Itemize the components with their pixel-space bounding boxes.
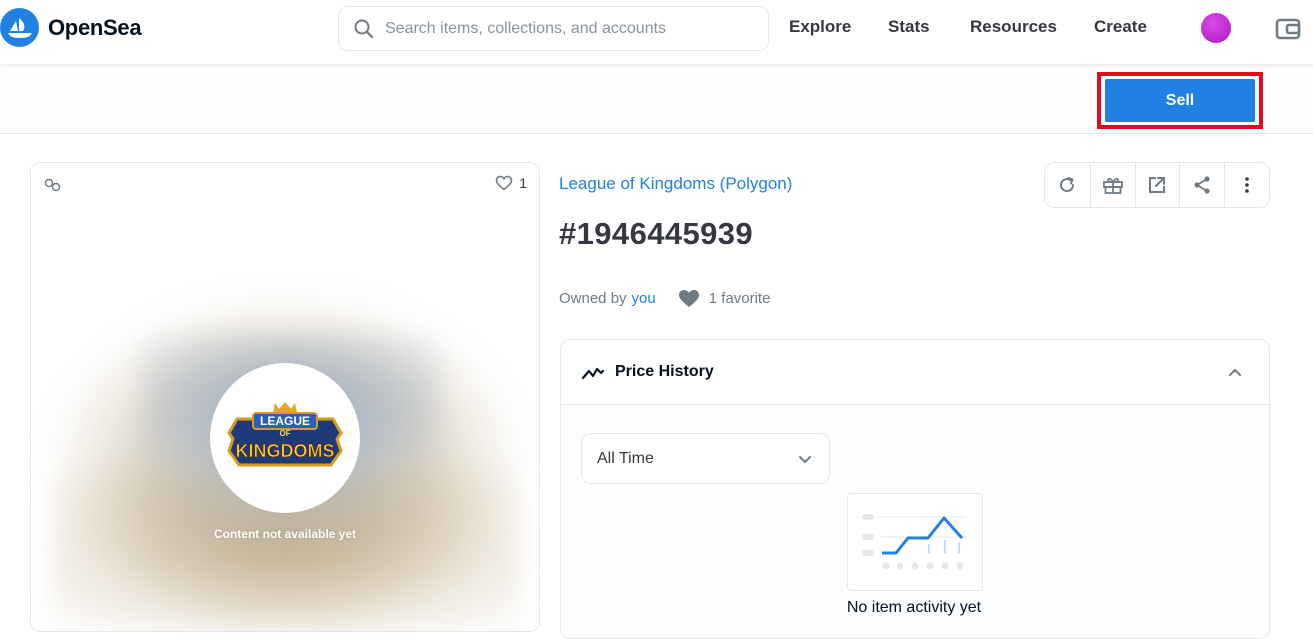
period-select-value: All Time <box>597 449 654 467</box>
nav-explore[interactable]: Explore <box>789 17 851 37</box>
search-input[interactable] <box>385 17 755 41</box>
share-button[interactable] <box>1179 163 1224 207</box>
collection-link[interactable]: League of Kingdoms (Polygon) <box>559 174 792 194</box>
chevron-up-icon[interactable] <box>1227 365 1243 381</box>
item-title: #1946445939 <box>559 216 754 251</box>
wallet-icon[interactable] <box>1274 15 1302 43</box>
brand-name[interactable]: OpenSea <box>48 15 142 41</box>
league-of-kingdoms-logo: LEAGUE OF KINGDOMS <box>227 402 343 467</box>
nav-create[interactable]: Create <box>1094 17 1147 37</box>
empty-chart-illustration <box>847 493 983 591</box>
chevron-down-icon <box>799 456 811 463</box>
owner-link[interactable]: you <box>632 290 656 307</box>
search-bar[interactable] <box>338 6 769 51</box>
logo-text-of: OF <box>279 429 290 438</box>
search-icon <box>354 19 374 39</box>
logo-text-kingdoms: KINGDOMS <box>236 441 335 461</box>
favorite-count: 1 <box>519 175 527 191</box>
favorite-toggle[interactable]: 1 <box>495 175 527 191</box>
collection-logo: LEAGUE OF KINGDOMS <box>210 363 360 513</box>
top-navigation-bar: OpenSea Explore Stats Resources Create <box>0 0 1313 64</box>
share-icon <box>1194 176 1210 194</box>
price-history-title: Price History <box>615 363 714 380</box>
polygon-chain-icon[interactable] <box>44 177 62 193</box>
opensea-logo-icon[interactable] <box>0 8 39 47</box>
trending-chart-icon <box>581 367 605 380</box>
price-history-panel: Price History All Time No item activity … <box>560 339 1270 639</box>
transfer-button[interactable] <box>1089 163 1135 207</box>
period-select[interactable]: All Time <box>581 433 830 484</box>
item-media-card: 1 LEAGUE OF KINGDOMS Content not availab… <box>30 162 540 632</box>
heart-outline-icon <box>495 175 513 191</box>
nav-stats[interactable]: Stats <box>888 17 930 37</box>
media-card-header: 1 <box>31 163 539 205</box>
heart-filled-icon <box>678 290 699 307</box>
sell-button[interactable]: Sell <box>1105 79 1255 122</box>
more-icon <box>1245 177 1249 193</box>
content-unavailable-text: Content not available yet <box>213 527 357 541</box>
logo-text-league: LEAGUE <box>260 414 310 428</box>
favorites-label: 1 favorite <box>708 290 771 307</box>
empty-chart-icon <box>862 514 966 570</box>
gift-icon <box>1102 177 1123 194</box>
external-link-icon <box>1149 177 1166 193</box>
no-activity-text: No item activity yet <box>846 599 982 616</box>
item-toolbar <box>1044 162 1270 208</box>
price-history-header[interactable]: Price History <box>561 340 1269 405</box>
nav-resources[interactable]: Resources <box>970 17 1057 37</box>
profile-avatar[interactable] <box>1201 13 1231 43</box>
refresh-icon <box>1060 177 1075 193</box>
more-options-button[interactable] <box>1224 163 1269 207</box>
item-action-bar: Sell <box>0 64 1313 134</box>
owned-by-label: Owned by <box>559 290 627 307</box>
open-external-button[interactable] <box>1134 163 1180 207</box>
ownership-line: Owned by you 1 favorite <box>559 289 770 308</box>
price-history-body: All Time No item activity yet <box>561 405 1269 638</box>
refresh-button[interactable] <box>1045 163 1090 207</box>
